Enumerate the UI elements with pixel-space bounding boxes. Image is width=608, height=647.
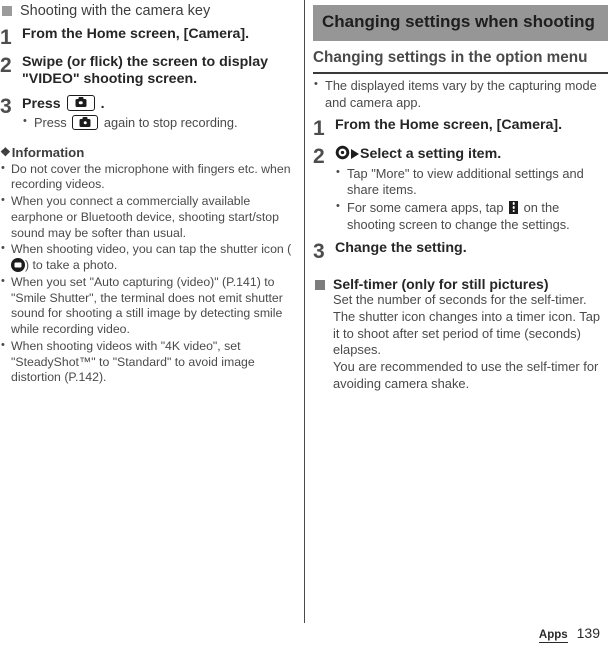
camera-key-icon xyxy=(66,94,95,111)
self-timer-line: Set the number of seconds for the self-t… xyxy=(333,292,587,308)
page-title-banner: Changing settings when shooting xyxy=(313,5,608,41)
step-title: From the Home screen, [Camera]. xyxy=(22,26,250,43)
note-suffix: again to stop recording. xyxy=(103,115,238,131)
overflow-menu-icon xyxy=(509,200,519,214)
step-number: 1 xyxy=(313,117,325,141)
right-column: Changing settings when shooting Changing… xyxy=(313,0,608,393)
camera-key-icon xyxy=(72,115,99,131)
intro-list: The displayed items vary by the capturin… xyxy=(313,77,608,111)
sub-heading-option-menu: Changing settings in the option menu xyxy=(313,48,588,66)
note-prefix: Press xyxy=(34,115,67,131)
shutter-circle-icon xyxy=(11,258,25,273)
left-column: Shooting with the camera key 1 From the … xyxy=(0,0,292,387)
section-heading-label: Shooting with the camera key xyxy=(20,3,211,19)
self-timer-line: The shutter icon changes into a timer ic… xyxy=(333,308,601,358)
note-prefix: When shooting video, you can tap the shu… xyxy=(11,242,292,257)
list-item: When you set "Auto capturing (video)" (P… xyxy=(0,274,292,338)
self-timer-heading-label: Self-timer (only for still pictures) xyxy=(333,276,549,293)
list-item: Do not cover the microphone with fingers… xyxy=(0,161,292,193)
step-title: Change the setting. xyxy=(335,240,467,257)
list-item: The displayed items vary by the capturin… xyxy=(313,77,608,111)
list-item: When you connect a commercially availabl… xyxy=(0,193,292,241)
right-step-3: 3 Change the setting. xyxy=(313,240,608,262)
step-title-label: Select a setting item. xyxy=(360,146,502,163)
left-step-2: 2 Swipe (or flick) the screen to display… xyxy=(0,54,292,89)
list-item: When shooting videos with "4K video", se… xyxy=(0,338,292,386)
note-prefix: For some camera apps, tap xyxy=(347,199,504,215)
square-bullet-icon xyxy=(2,6,12,16)
left-step-1: 1 From the Home screen, [Camera]. xyxy=(0,26,292,48)
step-number: 1 xyxy=(0,26,12,50)
footer-section-tab: Apps xyxy=(538,629,568,643)
page-footer: Apps 139 xyxy=(538,625,600,643)
step-title: Select a setting item. xyxy=(335,145,608,163)
step-number: 3 xyxy=(313,240,325,264)
step-title-suffix: . xyxy=(100,95,105,112)
list-item: For some camera apps, tap on the shootin… xyxy=(335,199,608,233)
self-timer-body: Set the number of seconds for the self-t… xyxy=(333,292,608,393)
self-timer-line: You are recommended to use the self-time… xyxy=(333,359,599,391)
step-title: Press . xyxy=(22,94,292,113)
list-item: Tap "More" to view additional settings a… xyxy=(335,165,608,199)
section-heading-shooting-camera-key: Shooting with the camera key xyxy=(0,2,292,20)
step-number: 2 xyxy=(0,54,12,78)
manual-page: Shooting with the camera key 1 From the … xyxy=(0,0,608,647)
diamond-cluster-icon: ❖ xyxy=(0,145,11,160)
information-heading: ❖ Information xyxy=(0,145,292,160)
list-item: When shooting video, you can tap the shu… xyxy=(0,241,292,273)
settings-target-icon xyxy=(335,145,350,160)
step-title: Swipe (or flick) the screen to display "… xyxy=(22,54,268,88)
note-suffix: ) to take a photo. xyxy=(25,258,118,273)
left-step-3: 3 Press . Press again to stop recording. xyxy=(0,94,292,133)
heading-rule xyxy=(313,72,608,75)
right-step-1: 1 From the Home screen, [Camera]. xyxy=(313,117,608,139)
step-3-notes: Press again to stop recording. xyxy=(22,114,292,132)
step-number: 3 xyxy=(0,94,12,118)
step-title-prefix: Press xyxy=(22,95,61,112)
page-number: 139 xyxy=(576,625,600,641)
step-title: From the Home screen, [Camera]. xyxy=(335,117,563,134)
column-divider xyxy=(304,0,305,623)
list-item: Press again to stop recording. xyxy=(22,114,292,132)
step-number: 2 xyxy=(313,145,325,169)
step-2-notes: Tap "More" to view additional settings a… xyxy=(335,165,608,234)
information-list: Do not cover the microphone with fingers… xyxy=(0,161,292,386)
self-timer-heading: Self-timer (only for still pictures) xyxy=(313,276,608,292)
triangle-right-icon xyxy=(351,149,359,160)
right-step-2: 2 Select a setting item. • Tap "More" to… xyxy=(313,145,608,234)
information-heading-label: Information xyxy=(11,144,85,160)
square-bullet-icon xyxy=(315,280,325,291)
